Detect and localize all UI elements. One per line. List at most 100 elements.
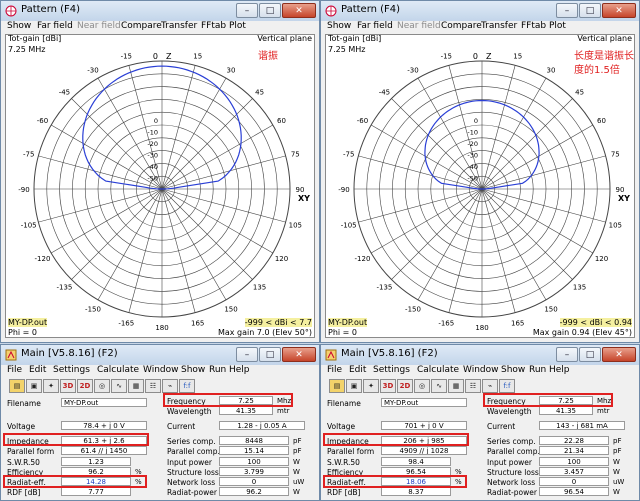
menu-near-field[interactable]: Near field [397,21,441,31]
menu-transfer[interactable]: Transfer [481,21,517,31]
network-loss-label: Network loss [487,478,536,487]
menu-compare[interactable]: Compare [121,21,162,31]
radial-tick-label: -50 [467,174,478,182]
menu-calculate[interactable]: Calculate [97,365,139,375]
view-3d-icon[interactable]: 3D [60,379,76,393]
angle-tick-label: 165 [511,319,524,327]
highlight-impedance [3,433,149,446]
grid-spoke [358,155,483,190]
parallel-comp-label: Parallel comp. [167,447,220,456]
grid-spoke [481,188,606,223]
angle-tick-label: 60 [597,117,606,125]
table-icon[interactable]: ☷ [465,379,481,393]
filename-field[interactable]: MY-DP.out [381,398,467,407]
menu-fftab[interactable]: FFtab [521,21,546,31]
menu-far-field[interactable]: Far field [37,21,73,31]
menu-show[interactable]: Show [7,21,31,31]
angle-tick-label: -60 [357,117,368,125]
menu-file[interactable]: File [7,365,22,375]
grid-spoke [161,188,227,301]
menu-transfer[interactable]: Transfer [161,21,197,31]
close-button[interactable]: ✕ [602,347,636,362]
menu-edit[interactable]: Edit [349,365,366,375]
menu-settings[interactable]: Settings [373,365,410,375]
menu-near-field[interactable]: Near field [77,21,121,31]
menu-help[interactable]: Help [549,365,570,375]
menu-edit[interactable]: Edit [29,365,46,375]
menu-settings[interactable]: Settings [53,365,90,375]
filename-label: Filename [327,399,361,408]
menu-show[interactable]: Show [181,365,205,375]
input-power-field[interactable]: 100 [539,457,609,466]
fz-icon[interactable]: f:f [179,379,195,393]
main-titlebar[interactable]: Main [V5.8.16] (F2) – □ ✕ [1,345,319,366]
close-button[interactable]: ✕ [602,3,636,18]
menu-compare[interactable]: Compare [441,21,482,31]
save-icon[interactable]: ▣ [346,379,362,393]
menu-far-field[interactable]: Far field [357,21,393,31]
menu-window[interactable]: Window [143,365,179,375]
wavelength-field: 41.35 [219,406,273,415]
angle-zero-label: 0 [153,52,158,61]
parallel-comp-unit: pF [293,447,302,455]
plot-frequency-label: 7.25 MHz [8,45,46,54]
angle-tick-label: -105 [21,222,37,230]
angle-tick-label: 30 [547,66,556,74]
wavelength-label: Wavelength [487,407,532,416]
menu-help[interactable]: Help [229,365,250,375]
grid-icon[interactable]: ▦ [128,379,144,393]
open-folder-icon[interactable]: ▤ [329,379,345,393]
close-button[interactable]: ✕ [282,347,316,362]
swr-icon[interactable]: ∿ [431,379,447,393]
minimize-button[interactable]: – [556,3,578,18]
angle-tick-label: 105 [289,222,302,230]
menu-show[interactable]: Show [501,365,525,375]
grid-icon[interactable]: ▦ [448,379,464,393]
angle-tick-label: -15 [441,53,452,61]
menu-plot[interactable]: Plot [549,21,566,31]
menu-file[interactable]: File [327,365,342,375]
polar-plot-area[interactable]: -15 -30 -45 -60 -75 -90 -105 -120 -135 -150 -165 18… [5,34,315,338]
fz-icon[interactable]: f:f [499,379,515,393]
pattern-titlebar[interactable]: Pattern (F4) – □ ✕ [1,1,319,22]
polar-plot-area[interactable]: -15 -30 -45 -60 -75 -90 -105 -120 -135 -150 -165 18… [325,34,635,338]
minimize-button[interactable]: – [236,3,258,18]
minimize-button[interactable]: – [236,347,258,362]
minimize-button[interactable]: – [556,347,578,362]
menu-calculate[interactable]: Calculate [417,365,459,375]
grid-spoke [370,124,483,190]
freq-sweep-icon[interactable]: ⌁ [482,379,498,393]
open-folder-icon[interactable]: ▤ [9,379,25,393]
angle-tick-label: 75 [291,150,300,158]
pattern-icon[interactable]: ◎ [94,379,110,393]
radial-tick-label: -40 [467,163,478,171]
swr-icon[interactable]: ∿ [111,379,127,393]
pattern-titlebar[interactable]: Pattern (F4) – □ ✕ [321,1,639,22]
voltage-label: Voltage [327,422,356,431]
maximize-button[interactable]: □ [259,3,281,18]
wavelength-field: 41.35 [539,406,593,415]
filename-field[interactable]: MY-DP.out [61,398,147,407]
input-power-field[interactable]: 100 [219,457,289,466]
menu-plot[interactable]: Plot [229,21,246,31]
geometry-icon[interactable]: ✦ [43,379,59,393]
close-button[interactable]: ✕ [282,3,316,18]
pattern-icon[interactable]: ◎ [414,379,430,393]
menu-show[interactable]: Show [327,21,351,31]
view-2d-icon[interactable]: 2D [77,379,93,393]
main-titlebar[interactable]: Main [V5.8.16] (F2) – □ ✕ [321,345,639,366]
menu-run[interactable]: Run [529,365,546,375]
table-icon[interactable]: ☷ [145,379,161,393]
save-icon[interactable]: ▣ [26,379,42,393]
view-2d-icon[interactable]: 2D [397,379,413,393]
menu-run[interactable]: Run [209,365,226,375]
view-3d-icon[interactable]: 3D [380,379,396,393]
parallel-form-label: Parallel form [7,447,55,456]
freq-sweep-icon[interactable]: ⌁ [162,379,178,393]
geometry-icon[interactable]: ✦ [363,379,379,393]
maximize-button[interactable]: □ [579,347,601,362]
menu-fftab[interactable]: FFtab [201,21,226,31]
maximize-button[interactable]: □ [579,3,601,18]
maximize-button[interactable]: □ [259,347,281,362]
menu-window[interactable]: Window [463,365,499,375]
